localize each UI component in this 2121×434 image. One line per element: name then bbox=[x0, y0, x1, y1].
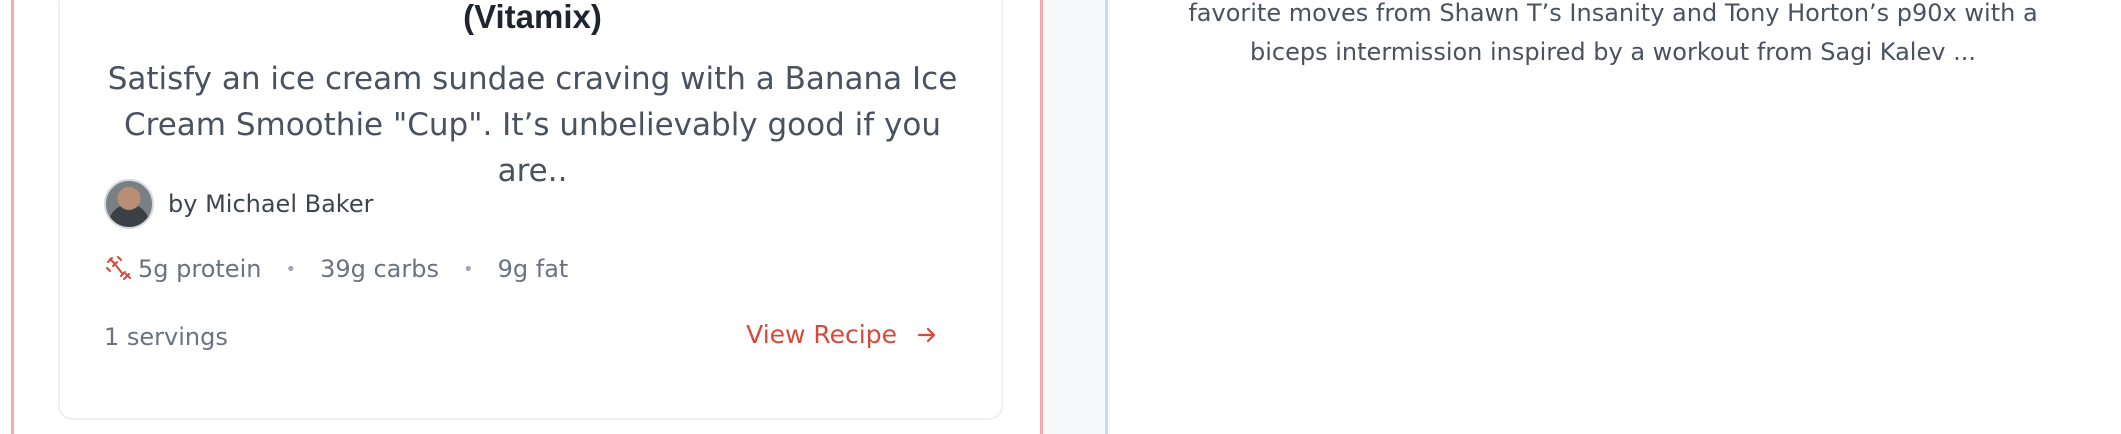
page: (Vitamix) Satisfy an ice cream sundae cr… bbox=[0, 0, 2121, 434]
column-gap bbox=[1043, 0, 1105, 434]
dumbbell-icon bbox=[106, 256, 131, 280]
arrow-right-icon bbox=[917, 327, 936, 342]
servings: 1 servings bbox=[104, 323, 228, 351]
macros-row: 5g protein • 39g carbs • 9g fat bbox=[104, 252, 568, 286]
recipe-title[interactable]: (Vitamix) bbox=[60, 0, 1005, 36]
view-recipe-label: View Recipe bbox=[746, 320, 897, 349]
recipe-description: Satisfy an ice cream sundae craving with… bbox=[107, 61, 958, 189]
avatar[interactable] bbox=[104, 179, 154, 229]
author-name: by Michael Baker bbox=[168, 190, 374, 218]
right-panel: favorite moves from Shawn T’s Insanity a… bbox=[1105, 0, 2121, 434]
view-recipe-link[interactable]: View Recipe bbox=[746, 320, 939, 349]
macro-protein: 5g protein bbox=[138, 255, 262, 283]
recipe-card[interactable]: (Vitamix) Satisfy an ice cream sundae cr… bbox=[58, 0, 1003, 420]
macro-separator: • bbox=[463, 258, 474, 280]
author[interactable]: by Michael Baker bbox=[104, 177, 373, 231]
macro-carbs: 39g carbs bbox=[320, 255, 439, 283]
recipe-panel: (Vitamix) Satisfy an ice cream sundae cr… bbox=[11, 0, 1043, 434]
macro-separator: • bbox=[285, 258, 297, 280]
workout-description: favorite moves from Shawn T’s Insanity a… bbox=[1188, 0, 2038, 66]
macro-fat: 9g fat bbox=[497, 255, 569, 283]
